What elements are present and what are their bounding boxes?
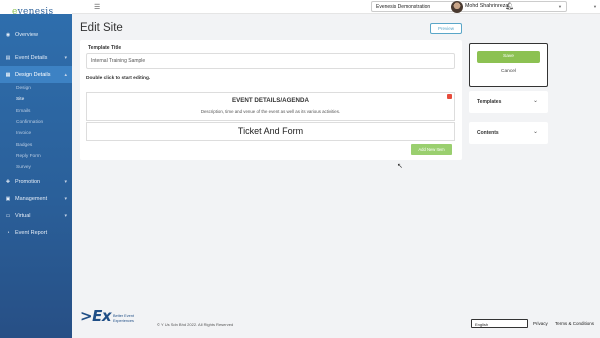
sidebar-item-overview[interactable]: ◉ Overview	[0, 26, 72, 43]
sidebar-item-label: Promotion	[15, 178, 41, 185]
sidebar-item-event-report[interactable]: ◔ Event Report	[0, 224, 72, 241]
sidebar-sub-emails[interactable]: Emails	[0, 106, 72, 117]
editor-card: Template Title Internal Training Sample …	[80, 40, 462, 160]
ex-logo: >Ex	[80, 307, 112, 325]
templates-accordion[interactable]: Templates ⌄	[469, 91, 548, 113]
sidebar-sub-confirmation[interactable]: Confirmation	[0, 117, 72, 128]
terms-link[interactable]: Terms & Conditions	[555, 321, 594, 326]
sidebar-item-event-details[interactable]: ▤ Event Details ▾	[0, 49, 72, 66]
preview-button[interactable]: Preview	[430, 23, 462, 34]
sidebar-sub-reply-form[interactable]: Reply Form	[0, 151, 72, 162]
ticket-form-block[interactable]: Ticket And Form	[86, 122, 455, 141]
chevron-down-icon: ▾	[64, 195, 67, 202]
chevron-down-icon: ▼	[558, 4, 562, 9]
save-button[interactable]: Save	[477, 51, 540, 63]
editing-hint: Double click to start editing.	[86, 76, 151, 81]
logo-text: evenesis	[12, 7, 54, 17]
menu-icon[interactable]: ☰	[94, 3, 100, 11]
contents-accordion[interactable]: Contents ⌄	[469, 122, 548, 144]
block-title: EVENT DETAILS/AGENDA	[232, 97, 309, 104]
sidebar-nav: ◉ Overview ▤ Event Details ▾ ▦ Design De…	[0, 14, 72, 241]
page-title: Edit Site	[80, 22, 123, 34]
sidebar-item-design-details[interactable]: ▦ Design Details ▴	[0, 66, 72, 83]
chevron-down-icon: ⌄	[532, 98, 538, 104]
add-new-item-button[interactable]: Add New Item	[411, 144, 452, 155]
chevron-down-icon[interactable]: ▼	[593, 4, 597, 9]
tagline-line-2: Experiences	[113, 318, 134, 323]
sidebar-sub-invoice[interactable]: Invoice	[0, 128, 72, 139]
event-details-block[interactable]: EVENT DETAILS/AGENDA Description, time a…	[86, 92, 455, 121]
management-icon: ▣	[5, 195, 11, 202]
template-title-input[interactable]: Internal Training Sample	[86, 53, 455, 69]
sidebar-item-label: Management	[15, 195, 48, 202]
save-panel: Save Cancel	[469, 43, 548, 87]
mouse-cursor-icon: ↖	[397, 163, 403, 170]
sidebar-item-label: Design Details	[15, 71, 51, 78]
chevron-down-icon: ▾	[64, 54, 67, 61]
logo-tagline: Better Event Experiences	[113, 314, 134, 323]
user-name[interactable]: Mohd Shahrinrezal	[465, 3, 509, 9]
sidebar-item-management[interactable]: ▣ Management ▾	[0, 190, 72, 207]
promotion-icon: ✚	[5, 178, 11, 185]
trash-icon[interactable]	[447, 94, 452, 99]
app-logo[interactable]: evenesis	[0, 0, 72, 17]
footer-links: Privacy Terms & Conditions	[533, 321, 600, 326]
footer-logo: >Ex Better Event Experiences	[80, 307, 134, 325]
sidebar-item-label: Virtual	[15, 212, 31, 219]
overview-icon: ◉	[5, 31, 11, 38]
chevron-down-icon: ⌄	[532, 129, 538, 135]
privacy-link[interactable]: Privacy	[533, 321, 548, 326]
sidebar-sub-survey[interactable]: Survey	[0, 162, 72, 173]
sidebar-sub-design[interactable]: Design	[0, 83, 72, 94]
sidebar-item-label: Event Details	[15, 54, 48, 61]
contents-label: Contents	[477, 130, 499, 136]
language-select[interactable]: English	[471, 319, 528, 328]
templates-label: Templates	[477, 99, 502, 105]
block-description: Description, time and venue of the event…	[200, 109, 341, 114]
top-bar: ☰ Evenesis Demonstration ▼ 🔔︎	[72, 0, 600, 14]
tagline-line-1: Better Event	[113, 314, 134, 318]
chevron-down-icon: ▾	[64, 212, 67, 219]
sidebar-item-promotion[interactable]: ✚ Promotion ▾	[0, 173, 72, 190]
sidebar-sub-badges[interactable]: Badges	[0, 139, 72, 150]
sidebar-item-virtual[interactable]: ▭ Virtual ▾	[0, 207, 72, 224]
chevron-down-icon: ▾	[64, 178, 67, 185]
event-select-value: Evenesis Demonstration	[376, 4, 431, 10]
design-icon: ▦	[5, 71, 11, 78]
report-icon: ◔	[6, 229, 10, 236]
template-title-label: Template Title	[88, 45, 122, 51]
copyright-text: © Y Us Sdn Bhd 2022. All Rights Reserved	[157, 322, 234, 327]
sidebar: evenesis ◉ Overview ▤ Event Details ▾ ▦ …	[0, 0, 72, 338]
chevron-up-icon: ▴	[64, 71, 67, 78]
info-icon: ▤	[5, 54, 11, 61]
sidebar-item-label: Event Report	[15, 229, 48, 236]
sidebar-sub-site[interactable]: Site	[0, 94, 72, 105]
avatar[interactable]	[451, 1, 463, 13]
virtual-icon: ▭	[5, 212, 11, 219]
cancel-button[interactable]: Cancel	[470, 69, 547, 74]
sidebar-item-label: Overview	[15, 31, 38, 38]
